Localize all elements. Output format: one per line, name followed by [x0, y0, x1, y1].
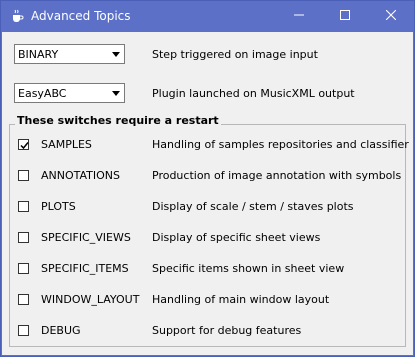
plugin-label: Plugin launched on MusicXML output — [152, 87, 355, 100]
check-icon — [20, 142, 29, 150]
close-button[interactable] — [368, 1, 414, 32]
specific-views-checkbox[interactable] — [18, 232, 29, 243]
minimize-icon — [294, 10, 304, 23]
chevron-down-icon — [112, 52, 120, 57]
window-layout-checkbox[interactable] — [18, 294, 29, 305]
plugin-select[interactable]: EasyABC — [14, 83, 125, 103]
java-cup-icon — [10, 9, 24, 23]
plugin-value: EasyABC — [18, 87, 67, 100]
switch-description: Handling of main window layout — [152, 293, 330, 306]
specific-items-checkbox[interactable] — [18, 263, 29, 274]
close-icon — [385, 9, 397, 23]
switch-description: Production of image annotation with symb… — [152, 169, 402, 182]
maximize-icon — [340, 10, 350, 23]
advanced-topics-window: Advanced Topics BINARY Step triggered on… — [0, 0, 415, 357]
switch-description: Handling of samples repositories and cla… — [152, 138, 409, 151]
group-title: These switches require a restart — [15, 114, 221, 127]
chevron-down-icon — [112, 91, 120, 96]
step-trigger-label: Step triggered on image input — [152, 48, 318, 61]
switch-description: Display of scale / stem / staves plots — [152, 200, 354, 213]
switch-name: ANNOTATIONS — [41, 169, 121, 182]
switch-name: SAMPLES — [41, 138, 92, 151]
window-title: Advanced Topics — [31, 9, 131, 23]
samples-checkbox[interactable] — [18, 139, 29, 150]
step-trigger-select[interactable]: BINARY — [14, 44, 125, 64]
title-bar[interactable]: Advanced Topics — [1, 1, 414, 32]
switch-name: PLOTS — [41, 200, 76, 213]
switch-description: Display of specific sheet views — [152, 231, 321, 244]
switch-description: Specific items shown in sheet view — [152, 262, 345, 275]
switch-name: WINDOW_LAYOUT — [41, 293, 140, 306]
switch-name: SPECIFIC_ITEMS — [41, 262, 129, 275]
debug-checkbox[interactable] — [18, 325, 29, 336]
plots-checkbox[interactable] — [18, 201, 29, 212]
switch-name: SPECIFIC_VIEWS — [41, 231, 131, 244]
step-trigger-value: BINARY — [18, 48, 59, 61]
switch-description: Support for debug features — [152, 324, 302, 337]
switch-name: DEBUG — [41, 324, 81, 337]
minimize-button[interactable] — [276, 1, 322, 32]
annotations-checkbox[interactable] — [18, 170, 29, 181]
maximize-button[interactable] — [322, 1, 368, 32]
dialog-content: BINARY Step triggered on image input Eas… — [2, 32, 413, 355]
